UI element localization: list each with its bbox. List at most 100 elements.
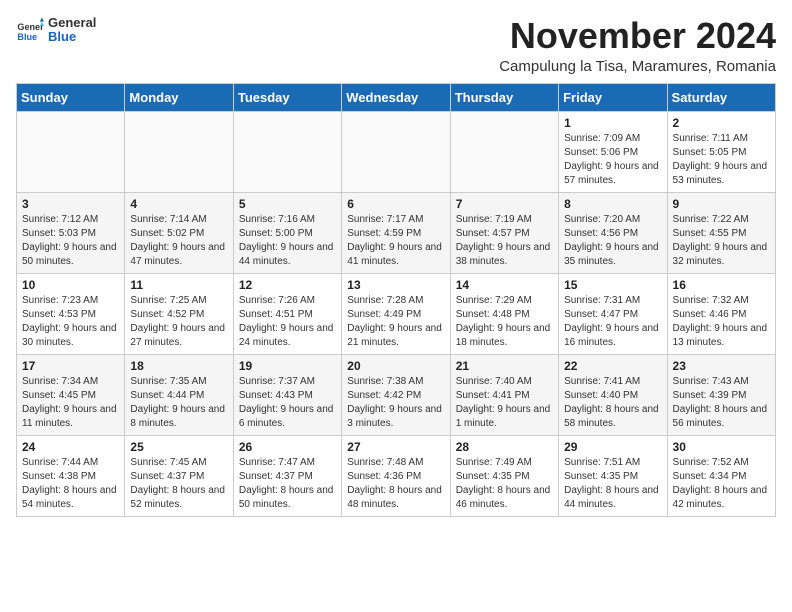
day-info: Sunrise: 7:23 AMSunset: 4:53 PMDaylight:…: [22, 294, 119, 350]
day-number: 11: [130, 278, 227, 292]
day-number: 25: [130, 440, 227, 454]
day-number: 17: [22, 359, 119, 373]
day-info: Sunrise: 7:32 AMSunset: 4:46 PMDaylight:…: [673, 294, 770, 350]
page-header: General Blue General Blue November 2024 …: [16, 16, 776, 75]
calendar-cell: 28 Sunrise: 7:49 AMSunset: 4:35 PMDayligh…: [450, 435, 558, 516]
day-number: 1: [564, 116, 661, 130]
calendar-cell: [342, 111, 450, 192]
calendar-cell: 22Sunrise: 7:41 AMSunset: 4:40 PMDayligh…: [559, 354, 667, 435]
col-header-thursday: Thursday: [450, 83, 558, 111]
day-info: Sunrise: 7:29 AMSunset: 4:48 PMDaylight:…: [456, 294, 553, 350]
calendar-cell: 8Sunrise: 7:20 AMSunset: 4:56 PMDaylight…: [559, 192, 667, 273]
day-number: 15: [564, 278, 661, 292]
day-number: 30: [673, 440, 770, 454]
calendar-cell: 21 Sunrise: 7:40 AMSunset: 4:41 PMDayligh…: [450, 354, 558, 435]
day-info: Sunrise: 7:34 AMSunset: 4:45 PMDaylight:…: [22, 375, 119, 431]
title-block: November 2024 Campulung la Tisa, Maramur…: [499, 16, 776, 75]
calendar-cell: 14 Sunrise: 7:29 AMSunset: 4:48 PMDayligh…: [450, 273, 558, 354]
day-info: Sunrise: 7:22 AMSunset: 4:55 PMDaylight:…: [673, 213, 770, 269]
col-header-saturday: Saturday: [667, 83, 775, 111]
calendar-cell: 27 Sunrise: 7:48 AMSunset: 4:36 PMDayligh…: [342, 435, 450, 516]
day-number: 8: [564, 197, 661, 211]
day-info: Sunrise: 7:35 AMSunset: 4:44 PMDaylight:…: [130, 375, 227, 431]
day-number: 23: [673, 359, 770, 373]
day-number: 7: [456, 197, 553, 211]
day-info: Sunrise: 7:43 AMSunset: 4:39 PMDaylight:…: [673, 375, 770, 431]
day-info: Sunrise: 7:09 AMSunset: 5:06 PMDaylight:…: [564, 132, 661, 188]
day-number: 27: [347, 440, 444, 454]
day-number: 14: [456, 278, 553, 292]
day-number: 12: [239, 278, 336, 292]
day-info: Sunrise: 7:51 AMSunset: 4:35 PMDaylight:…: [564, 456, 661, 512]
day-info: Sunrise: 7:40 AMSunset: 4:41 PMDaylight:…: [456, 375, 553, 431]
calendar-cell: [233, 111, 341, 192]
calendar-cell: 20 Sunrise: 7:38 AMSunset: 4:42 PMDayligh…: [342, 354, 450, 435]
day-info: Sunrise: 7:16 AMSunset: 5:00 PMDaylight:…: [239, 213, 336, 269]
col-header-wednesday: Wednesday: [342, 83, 450, 111]
day-number: 20: [347, 359, 444, 373]
calendar-cell: 9 Sunrise: 7:22 AMSunset: 4:55 PMDaylight…: [667, 192, 775, 273]
day-number: 10: [22, 278, 119, 292]
day-info: Sunrise: 7:26 AMSunset: 4:51 PMDaylight:…: [239, 294, 336, 350]
week-row-1: 1 Sunrise: 7:09 AMSunset: 5:06 PMDaylight…: [17, 111, 776, 192]
calendar-cell: 10 Sunrise: 7:23 AMSunset: 4:53 PMDayligh…: [17, 273, 125, 354]
calendar-cell: 15 Sunrise: 7:31 AMSunset: 4:47 PMDayligh…: [559, 273, 667, 354]
day-info: Sunrise: 7:31 AMSunset: 4:47 PMDaylight:…: [564, 294, 661, 350]
week-row-3: 10 Sunrise: 7:23 AMSunset: 4:53 PMDayligh…: [17, 273, 776, 354]
day-info: Sunrise: 7:52 AMSunset: 4:34 PMDaylight:…: [673, 456, 770, 512]
calendar-cell: 7 Sunrise: 7:19 AMSunset: 4:57 PMDaylight…: [450, 192, 558, 273]
day-number: 29: [564, 440, 661, 454]
day-info: Sunrise: 7:19 AMSunset: 4:57 PMDaylight:…: [456, 213, 553, 269]
day-number: 19: [239, 359, 336, 373]
day-info: Sunrise: 7:17 AMSunset: 4:59 PMDaylight:…: [347, 213, 444, 269]
calendar-cell: [450, 111, 558, 192]
week-row-5: 24 Sunrise: 7:44 AMSunset: 4:38 PMDayligh…: [17, 435, 776, 516]
calendar-cell: 29 Sunrise: 7:51 AMSunset: 4:35 PMDayligh…: [559, 435, 667, 516]
calendar-cell: 30 Sunrise: 7:52 AMSunset: 4:34 PMDayligh…: [667, 435, 775, 516]
day-number: 13: [347, 278, 444, 292]
day-info: Sunrise: 7:11 AMSunset: 5:05 PMDaylight:…: [673, 132, 770, 188]
col-header-monday: Monday: [125, 83, 233, 111]
calendar-cell: 12 Sunrise: 7:26 AMSunset: 4:51 PMDayligh…: [233, 273, 341, 354]
day-number: 16: [673, 278, 770, 292]
day-number: 24: [22, 440, 119, 454]
calendar-cell: 2Sunrise: 7:11 AMSunset: 5:05 PMDaylight…: [667, 111, 775, 192]
day-number: 28: [456, 440, 553, 454]
calendar-cell: 5 Sunrise: 7:16 AMSunset: 5:00 PMDaylight…: [233, 192, 341, 273]
col-header-friday: Friday: [559, 83, 667, 111]
day-number: 18: [130, 359, 227, 373]
calendar-cell: 18 Sunrise: 7:35 AMSunset: 4:44 PMDayligh…: [125, 354, 233, 435]
calendar-cell: 23 Sunrise: 7:43 AMSunset: 4:39 PMDayligh…: [667, 354, 775, 435]
calendar-cell: 26Sunrise: 7:47 AMSunset: 4:37 PMDayligh…: [233, 435, 341, 516]
day-info: Sunrise: 7:38 AMSunset: 4:42 PMDaylight:…: [347, 375, 444, 431]
day-info: Sunrise: 7:14 AMSunset: 5:02 PMDaylight:…: [130, 213, 227, 269]
day-info: Sunrise: 7:48 AMSunset: 4:36 PMDaylight:…: [347, 456, 444, 512]
calendar-cell: 13Sunrise: 7:28 AMSunset: 4:49 PMDayligh…: [342, 273, 450, 354]
calendar-cell: [125, 111, 233, 192]
calendar-cell: 19 Sunrise: 7:37 AMSunset: 4:43 PMDayligh…: [233, 354, 341, 435]
calendar-cell: 17 Sunrise: 7:34 AMSunset: 4:45 PMDayligh…: [17, 354, 125, 435]
calendar-cell: 3Sunrise: 7:12 AMSunset: 5:03 PMDaylight…: [17, 192, 125, 273]
svg-text:General: General: [17, 22, 44, 32]
col-header-sunday: Sunday: [17, 83, 125, 111]
day-info: Sunrise: 7:37 AMSunset: 4:43 PMDaylight:…: [239, 375, 336, 431]
day-info: Sunrise: 7:44 AMSunset: 4:38 PMDaylight:…: [22, 456, 119, 512]
calendar-cell: 24 Sunrise: 7:44 AMSunset: 4:38 PMDayligh…: [17, 435, 125, 516]
header-row: SundayMondayTuesdayWednesdayThursdayFrid…: [17, 83, 776, 111]
day-number: 5: [239, 197, 336, 211]
svg-text:Blue: Blue: [17, 32, 37, 42]
week-row-2: 3Sunrise: 7:12 AMSunset: 5:03 PMDaylight…: [17, 192, 776, 273]
calendar-cell: 16 Sunrise: 7:32 AMSunset: 4:46 PMDayligh…: [667, 273, 775, 354]
calendar-cell: 1 Sunrise: 7:09 AMSunset: 5:06 PMDaylight…: [559, 111, 667, 192]
day-info: Sunrise: 7:49 AMSunset: 4:35 PMDaylight:…: [456, 456, 553, 512]
day-info: Sunrise: 7:47 AMSunset: 4:37 PMDaylight:…: [239, 456, 336, 512]
col-header-tuesday: Tuesday: [233, 83, 341, 111]
logo-blue-text: Blue: [48, 30, 96, 44]
day-number: 4: [130, 197, 227, 211]
day-number: 9: [673, 197, 770, 211]
day-number: 3: [22, 197, 119, 211]
logo: General Blue General Blue: [16, 16, 96, 45]
day-number: 21: [456, 359, 553, 373]
day-info: Sunrise: 7:45 AMSunset: 4:37 PMDaylight:…: [130, 456, 227, 512]
subtitle: Campulung la Tisa, Maramures, Romania: [499, 58, 776, 75]
